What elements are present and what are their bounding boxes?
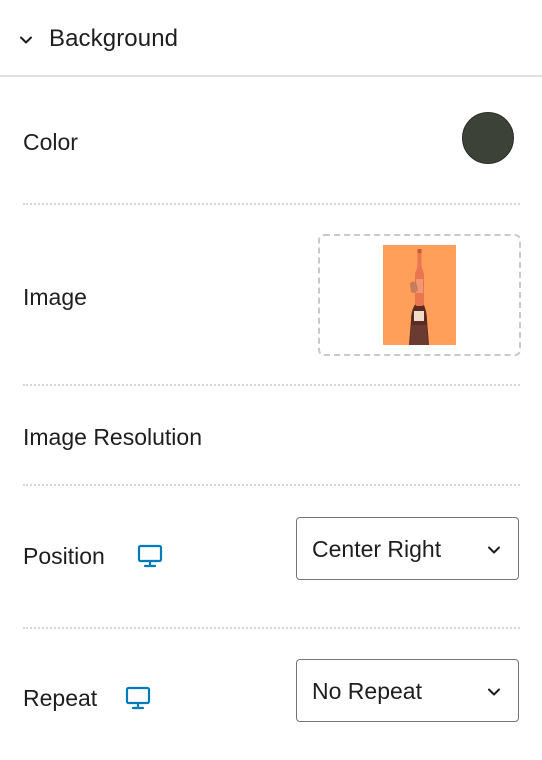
position-select[interactable]: Center Right [296, 517, 519, 580]
background-image-thumbnail[interactable] [383, 245, 456, 345]
chevron-down-icon [488, 688, 500, 696]
position-label: Position [23, 543, 105, 569]
color-label: Color [23, 129, 78, 155]
image-label: Image [23, 284, 87, 310]
divider [23, 384, 520, 386]
bottle-image [383, 245, 456, 345]
desktop-monitor-icon[interactable] [125, 685, 151, 711]
repeat-select[interactable]: No Repeat [296, 659, 519, 722]
repeat-label: Repeat [23, 685, 98, 711]
position-select-value: Center Right [312, 536, 442, 562]
desktop-monitor-icon[interactable] [137, 543, 163, 569]
color-swatch-button[interactable] [462, 112, 514, 164]
divider [23, 627, 520, 629]
panel-title: Background [49, 25, 179, 52]
panel-header-toggle[interactable]: Background [0, 0, 542, 77]
divider [23, 484, 520, 486]
repeat-select-value: No Repeat [312, 678, 422, 704]
chevron-down-icon[interactable] [17, 31, 35, 49]
divider [23, 203, 520, 205]
chevron-down-icon [488, 546, 500, 554]
background-settings-panel: Background Color Image Image Resolution … [0, 0, 542, 760]
image-resolution-label: Image Resolution [23, 424, 202, 450]
